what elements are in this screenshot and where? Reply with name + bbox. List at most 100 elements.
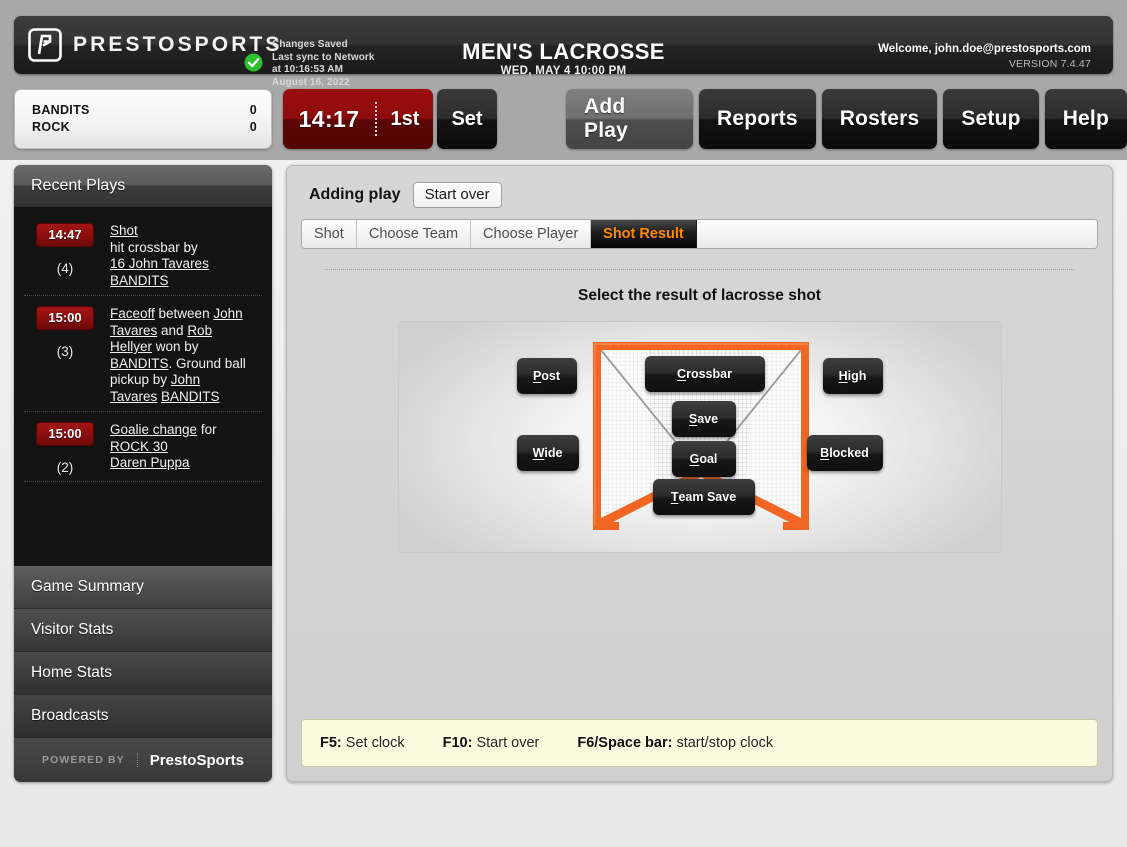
tab-shot[interactable]: Shot [302,220,357,248]
recent-plays-header: Recent Plays [14,165,272,207]
sync-line-2: Last sync to Network [272,51,375,63]
tab-shot-result[interactable]: Shot Result [591,220,697,248]
sidebar-footer: POWERED BY PrestoSports [14,738,272,782]
play-text-fragment: between [154,306,214,321]
shot-result-save-button[interactable]: Save [671,401,736,437]
play-time-badge: 14:47 [36,223,94,247]
play-description[interactable]: Goalie change for ROCK 30 Daren Puppa [110,422,250,475]
play-link[interactable]: Shot [110,223,138,238]
version-text: VERSION 7.4.47 [1008,58,1091,70]
play-link[interactable]: Goalie change [110,422,197,437]
button-label-rest: eam Save [678,490,737,504]
shot-result-goal-button[interactable]: Goal [671,441,736,477]
start-over-button[interactable]: Start over [412,182,502,208]
hint-f6-key: F6/Space bar: [577,735,673,751]
play-link[interactable]: Faceoff [110,306,155,321]
play-link[interactable]: Daren Puppa [110,455,190,470]
play-text-fragment: hit crossbar by [110,239,198,255]
play-entry[interactable]: 15:00 (2) Goalie change for ROCK 30 Daren P… [24,412,262,482]
play-sequence-number: (2) [56,460,74,475]
sync-line-3: at 10:16:53 AM [272,64,344,76]
away-team-score: 0 [249,103,257,117]
recent-plays-list[interactable]: 14:47 (4) Shot hit crossbar by 16 John Tavar… [14,207,272,566]
accelerator-letter: S [688,412,698,426]
play-time-badge: 15:00 [36,306,94,330]
play-link[interactable]: BANDITS [110,356,169,371]
hint-f6: F6/Space bar: start/stop clock [577,735,773,751]
accelerator-letter: B [820,446,830,460]
sidebar-item-home-stats[interactable]: Home Stats [14,652,272,695]
play-entry[interactable]: 14:47 (4) Shot hit crossbar by 16 John Tavar… [24,213,262,296]
shot-result-blocked-button[interactable]: Blocked [806,435,883,471]
adding-play-label: Adding play [309,186,401,203]
tab-choose-team[interactable]: Choose Team [356,220,472,248]
left-sidebar: Recent Plays 14:47 (4) Shot hit crossbar by… [14,165,272,782]
sync-line-4: August 16, 2022 [272,76,350,88]
nav-setup[interactable]: Setup [943,89,1039,149]
hint-f5-key: F5: [320,735,342,751]
shot-result-wide-button[interactable]: Wide [516,435,579,471]
score-row-home: ROCK 0 [32,119,257,136]
shot-result-crossbar-button[interactable]: Crossbar [644,356,765,392]
nav-add-play[interactable]: Add Play [566,89,693,149]
sidebar-nav: Game Summary Visitor Stats Home Stats Br… [14,566,272,738]
wizard-tabs: Shot Choose Team Choose Player Shot Resu… [301,219,1098,249]
welcome-text: Welcome, john.doe@prestosports.com [878,43,1091,55]
play-text-fragment: for [197,422,217,437]
shot-result-team-save-button[interactable]: Team Save [652,479,755,515]
powered-by-label: POWERED BY [42,754,125,766]
clock-period: 1st [390,107,420,130]
home-team-score: 0 [249,119,257,134]
button-label-rest: ost [541,369,561,383]
shot-result-prompt: Select the result of lacrosse shot [578,287,821,304]
clock-time: 14:17 [298,105,360,132]
lacrosse-goal-stage: Post Crossbar High Save Wide Goal Blocked Team … [397,321,1002,553]
hint-f6-text: start/stop clock [676,735,774,751]
hint-f10: F10: Start over [443,735,540,751]
play-link[interactable]: BANDITS [110,273,169,288]
play-text-fragment: and [157,322,188,338]
accelerator-letter: C [677,367,687,381]
play-link[interactable]: 16 John Tavares [110,256,209,271]
play-link[interactable]: BANDITS [161,389,220,404]
sidebar-item-visitor-stats[interactable]: Visitor Stats [14,609,272,652]
keyboard-hints-bar: F5: Set clock F10: Start over F6/Space b… [301,719,1098,767]
play-time-badge: 15:00 [36,422,94,446]
sync-status: Changes Saved Last sync to Network at 10… [272,39,375,89]
play-entry-meta: 14:47 (4) [36,223,110,289]
tabs-filler [696,220,1097,248]
sidebar-item-game-summary[interactable]: Game Summary [14,566,272,609]
play-entry-meta: 15:00 (2) [36,422,110,475]
hint-f10-text: Start over [476,735,540,751]
play-text-fragment: won by [152,339,199,354]
footer-brand: PrestoSports [149,751,244,769]
adding-play-row: Adding play Start over [301,182,1098,208]
nav-rosters[interactable]: Rosters [821,89,938,149]
game-clock-box[interactable]: 14:17 1st [283,89,433,149]
sidebar-item-broadcasts[interactable]: Broadcasts [14,695,272,738]
button-label-rest: locked [829,446,869,460]
play-entry-meta: 15:00 (3) [36,306,110,405]
prestosports-logo-icon [28,28,62,62]
button-label-rest: ave [697,412,719,426]
play-sequence-number: (3) [56,344,74,359]
home-team-name: ROCK [32,119,71,134]
main-panel: Adding play Start over Shot Choose Team … [286,165,1113,782]
nav-help[interactable]: Help [1044,89,1127,149]
scoreboard-box[interactable]: BANDITS 0 ROCK 0 [14,89,272,149]
play-entry[interactable]: 15:00 (3) Faceoff between John Tavares and… [24,296,262,412]
tab-choose-player[interactable]: Choose Player [471,220,592,248]
shot-result-post-button[interactable]: Post [516,358,577,394]
sync-line-1: Changes Saved [272,39,348,50]
play-description[interactable]: Shot hit crossbar by 16 John Tavares BANDIT… [110,223,250,289]
play-description[interactable]: Faceoff between John Tavares and Rob Hel… [110,306,250,405]
nav-reports[interactable]: Reports [698,89,816,149]
footer-divider [136,753,138,767]
hint-f5-text: Set clock [345,735,405,751]
button-label-rest: igh [847,369,867,383]
shot-result-high-button[interactable]: High [822,358,883,394]
set-clock-button[interactable]: Set [437,89,497,149]
button-label-rest: rossbar [686,367,732,381]
play-link[interactable]: ROCK 30 [110,439,168,454]
account-block: Welcome, john.doe@prestosports.com VERSI… [878,42,1091,72]
